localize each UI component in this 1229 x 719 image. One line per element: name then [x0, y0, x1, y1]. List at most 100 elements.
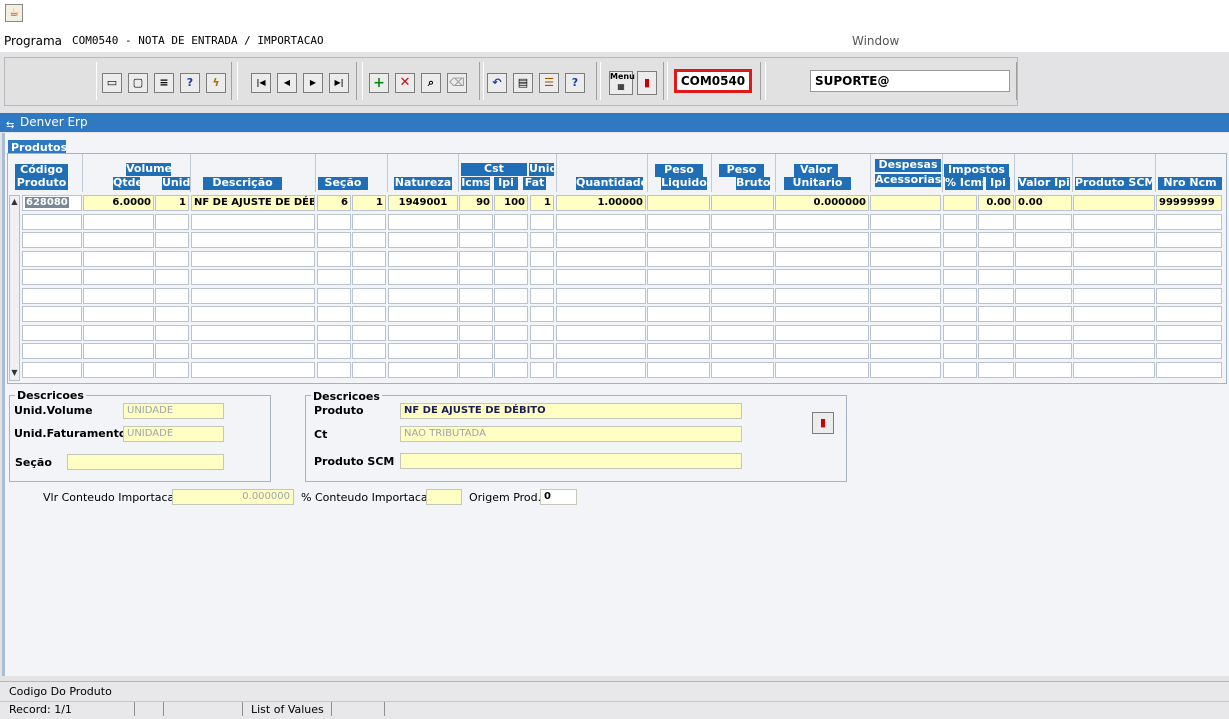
grid-empty-cell[interactable]: [978, 269, 1014, 285]
cell-nro-ncm[interactable]: 99999999: [1156, 195, 1222, 211]
grid-empty-cell[interactable]: [775, 232, 869, 248]
grid-empty-cell[interactable]: [711, 324, 774, 341]
grid-empty-cell[interactable]: [352, 250, 386, 267]
grid-empty-cell[interactable]: [155, 269, 189, 285]
grid-empty-cell[interactable]: [978, 324, 1014, 341]
grid-empty-cell[interactable]: [556, 361, 646, 378]
grid-empty-cell[interactable]: [530, 213, 554, 230]
grid-empty-cell[interactable]: [943, 361, 977, 378]
produto-scm-field[interactable]: [400, 453, 742, 469]
grid-empty-cell[interactable]: [870, 232, 941, 248]
grid-empty-cell[interactable]: [530, 287, 554, 304]
copy-icon[interactable]: ▤: [513, 73, 533, 93]
grid-empty-cell[interactable]: [388, 361, 458, 378]
grid-empty-cell[interactable]: [978, 361, 1014, 378]
grid-empty-cell[interactable]: [1073, 287, 1155, 304]
grid-empty-cell[interactable]: [1073, 269, 1155, 285]
menu-icon[interactable]: Menu ▦: [609, 71, 635, 95]
grid-empty-cell[interactable]: [711, 250, 774, 267]
cell-peso-bruto[interactable]: [711, 195, 774, 211]
grid-empty-cell[interactable]: [352, 213, 386, 230]
grid-empty-cell[interactable]: [317, 306, 351, 322]
grid-empty-cell[interactable]: [870, 287, 941, 304]
grid-empty-cell[interactable]: [352, 269, 386, 285]
list-icon[interactable]: ☰: [539, 73, 559, 93]
grid-empty-cell[interactable]: [1015, 343, 1072, 359]
cell-valor-unitario[interactable]: 0.000000: [775, 195, 869, 211]
produto-field[interactable]: NF DE AJUSTE DE DÉBITO: [400, 403, 742, 419]
grid-empty-cell[interactable]: [459, 232, 493, 248]
grid-empty-cell[interactable]: [870, 324, 941, 341]
grid-empty-cell[interactable]: [191, 306, 315, 322]
grid-empty-cell[interactable]: [870, 213, 941, 230]
execute-query-icon[interactable]: ϟ: [206, 73, 226, 93]
grid-empty-cell[interactable]: [459, 269, 493, 285]
grid-empty-cell[interactable]: [494, 306, 528, 322]
query-icon[interactable]: ⌕: [421, 73, 441, 93]
grid-empty-cell[interactable]: [943, 324, 977, 341]
grid-empty-cell[interactable]: [1015, 361, 1072, 378]
print-icon[interactable]: ≡: [154, 73, 174, 93]
next-record-icon[interactable]: ▶: [303, 73, 323, 93]
grid-empty-cell[interactable]: [459, 213, 493, 230]
grid-empty-cell[interactable]: [1156, 287, 1222, 304]
grid-empty-cell[interactable]: [22, 213, 82, 230]
grid-empty-cell[interactable]: [191, 361, 315, 378]
grid-empty-cell[interactable]: [388, 213, 458, 230]
grid-empty-cell[interactable]: [775, 287, 869, 304]
grid-empty-cell[interactable]: [775, 361, 869, 378]
ct-field[interactable]: NAO TRIBUTADA: [400, 426, 742, 442]
cell-unid-fat[interactable]: 1: [530, 195, 554, 211]
grid-empty-cell[interactable]: [83, 232, 154, 248]
grid-empty-cell[interactable]: [83, 269, 154, 285]
undo-icon[interactable]: ↶: [487, 73, 507, 93]
grid-empty-cell[interactable]: [711, 343, 774, 359]
grid-empty-cell[interactable]: [647, 250, 710, 267]
grid-empty-cell[interactable]: [1073, 306, 1155, 322]
grid-empty-cell[interactable]: [870, 361, 941, 378]
grid-empty-cell[interactable]: [83, 250, 154, 267]
grid-empty-cell[interactable]: [459, 343, 493, 359]
grid-empty-cell[interactable]: [1073, 213, 1155, 230]
grid-empty-cell[interactable]: [155, 343, 189, 359]
grid-empty-cell[interactable]: [317, 269, 351, 285]
grid-empty-cell[interactable]: [388, 232, 458, 248]
grid-empty-cell[interactable]: [155, 250, 189, 267]
grid-empty-cell[interactable]: [459, 324, 493, 341]
grid-empty-cell[interactable]: [317, 250, 351, 267]
grid-empty-cell[interactable]: [494, 343, 528, 359]
grid-empty-cell[interactable]: [978, 343, 1014, 359]
cell-peso-liquido[interactable]: [647, 195, 710, 211]
grid-empty-cell[interactable]: [388, 250, 458, 267]
grid-empty-cell[interactable]: [647, 306, 710, 322]
cell-ipi[interactable]: 0.00: [978, 195, 1014, 211]
grid-empty-cell[interactable]: [22, 343, 82, 359]
grid-empty-cell[interactable]: [556, 343, 646, 359]
grid-empty-cell[interactable]: [1073, 324, 1155, 341]
grid-empty-cell[interactable]: [494, 287, 528, 304]
grid-empty-cell[interactable]: [530, 324, 554, 341]
grid-empty-cell[interactable]: [22, 324, 82, 341]
cell-pct-icms[interactable]: [943, 195, 977, 211]
grid-empty-cell[interactable]: [1073, 343, 1155, 359]
scroll-down-icon[interactable]: ▼: [10, 368, 19, 378]
grid-empty-cell[interactable]: [775, 306, 869, 322]
cell-valor-ipi[interactable]: 0.00: [1015, 195, 1072, 211]
pct-conteudo-importacao-field[interactable]: [426, 489, 462, 505]
menu-programa[interactable]: Programa: [4, 34, 62, 48]
grid-empty-cell[interactable]: [530, 232, 554, 248]
cell-unid[interactable]: 1: [155, 195, 189, 211]
grid-empty-cell[interactable]: [1073, 250, 1155, 267]
grid-empty-cell[interactable]: [647, 269, 710, 285]
grid-empty-cell[interactable]: [1015, 232, 1072, 248]
grid-empty-cell[interactable]: [155, 232, 189, 248]
grid-empty-cell[interactable]: [1156, 250, 1222, 267]
grid-empty-cell[interactable]: [943, 250, 977, 267]
grid-empty-cell[interactable]: [22, 361, 82, 378]
grid-empty-cell[interactable]: [775, 269, 869, 285]
grid-empty-cell[interactable]: [494, 269, 528, 285]
grid-empty-cell[interactable]: [647, 213, 710, 230]
grid-empty-cell[interactable]: [870, 343, 941, 359]
grid-empty-cell[interactable]: [775, 324, 869, 341]
grid-empty-cell[interactable]: [83, 324, 154, 341]
